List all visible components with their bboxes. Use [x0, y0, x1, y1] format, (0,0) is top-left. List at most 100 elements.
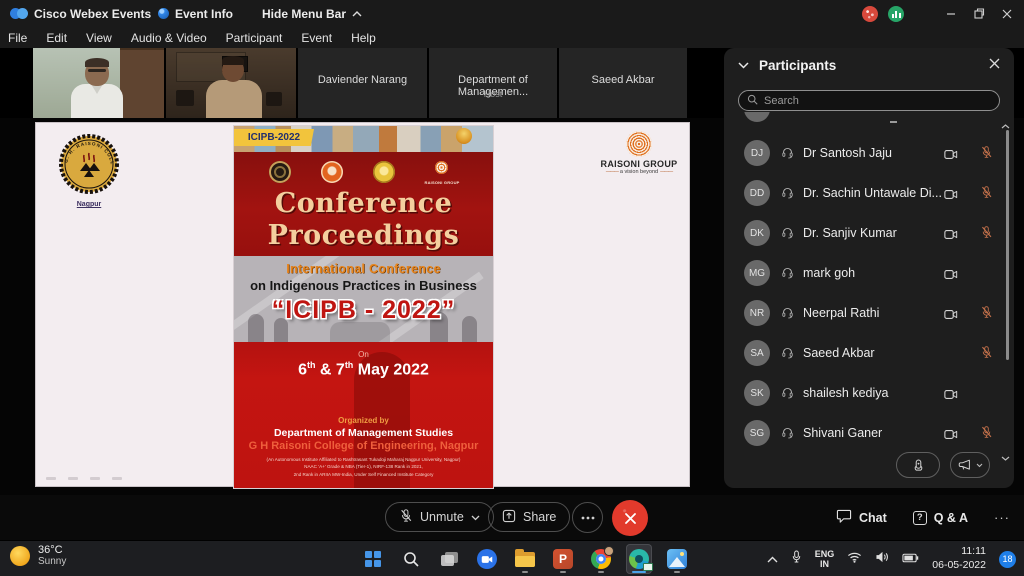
raise-hand-button[interactable] — [896, 452, 940, 478]
mic-muted-icon[interactable] — [980, 145, 993, 164]
participant-name: mark goh — [803, 266, 855, 280]
poster-on-label: On — [234, 350, 493, 359]
wifi-icon[interactable] — [847, 550, 862, 568]
photos-icon — [667, 549, 687, 569]
powerpoint-icon: P — [553, 549, 573, 569]
participant-name-tile-3[interactable]: Saeed Akbar — [559, 48, 687, 118]
poster-title-line1: Conference — [234, 190, 493, 217]
webex-meetings-app-button[interactable] — [474, 544, 500, 574]
system-tray: ENG IN 11:11 06-05-2022 18 — [767, 541, 1016, 576]
mic-muted-icon[interactable] — [980, 345, 993, 364]
chrome-button[interactable] — [588, 544, 614, 574]
participant-row[interactable]: DK Dr. Sanjiv Kumar — [724, 213, 1014, 253]
tray-chevron-up-icon[interactable] — [767, 550, 778, 568]
file-explorer-button[interactable] — [512, 544, 538, 574]
mic-muted-icon[interactable] — [980, 425, 993, 444]
more-panels-button[interactable]: ··· — [994, 510, 1010, 525]
more-options-button[interactable] — [572, 502, 603, 533]
camera-on-icon — [944, 307, 958, 325]
panel-collapse-chevron-icon[interactable] — [738, 62, 749, 69]
participant-video-tile-1[interactable] — [33, 48, 164, 118]
chrome-icon — [591, 549, 611, 569]
chat-button[interactable]: Chat — [836, 509, 887, 527]
participant-row[interactable]: MG mark goh — [724, 253, 1014, 293]
share-button[interactable]: Share — [488, 502, 570, 532]
bookshelf-backdrop — [120, 48, 164, 118]
menu-help[interactable]: Help — [351, 31, 376, 45]
connection-health-icon[interactable] — [888, 6, 904, 22]
recording-indicator-icon[interactable] — [862, 6, 878, 22]
conference-poster: ICIPB-2022 RAISONI GROUP Conference Proc… — [234, 126, 493, 488]
leave-event-button[interactable] — [612, 500, 648, 536]
chat-bubble-icon — [836, 509, 852, 527]
menu-file[interactable]: File — [8, 31, 27, 45]
participants-panel: Participants DJ Dr Santosh Jaju — [724, 48, 1014, 488]
webex-active-app-button[interactable] — [626, 544, 652, 574]
battery-icon[interactable] — [902, 550, 919, 568]
powerpoint-button[interactable]: P — [550, 544, 576, 574]
avatar: NR — [744, 300, 770, 326]
college-seal-caption: Nagpur — [54, 201, 124, 208]
avatar: SA — [744, 340, 770, 366]
weather-condition: Sunny — [38, 556, 66, 567]
participant-name: Dr. Sachin Untawale Di... — [803, 186, 942, 200]
taskbar-clock[interactable]: 11:11 06-05-2022 — [932, 545, 986, 572]
maximize-button[interactable] — [966, 0, 992, 27]
qa-button[interactable]: ? Q & A — [913, 511, 968, 525]
menu-view[interactable]: View — [86, 31, 112, 45]
chevron-down-icon[interactable] — [471, 510, 480, 524]
menu-event[interactable]: Event — [301, 31, 332, 45]
mic-muted-icon[interactable] — [980, 225, 993, 244]
menu-participant[interactable]: Participant — [226, 31, 283, 45]
task-view-button[interactable] — [436, 544, 462, 574]
participant-tile-role: Host — [429, 89, 557, 99]
camera-on-icon — [944, 147, 958, 165]
photos-button[interactable] — [664, 544, 690, 574]
participant-row[interactable]: SK shailesh kediya — [724, 373, 1014, 413]
participant-row[interactable]: DJ Dr Santosh Jaju — [724, 133, 1014, 173]
minimize-button[interactable] — [938, 0, 964, 27]
mic-muted-icon — [399, 508, 413, 526]
shared-whiteboard: G. H. RAISONI COLLEGE OF ENGINEERING Nag… — [35, 122, 690, 487]
event-info-button[interactable]: Event Info — [158, 0, 233, 27]
participant-name-tile-2[interactable]: Department of Managemen... Host — [429, 48, 557, 118]
menu-edit[interactable]: Edit — [46, 31, 67, 45]
spiral-icon — [626, 131, 652, 157]
headset-icon — [781, 426, 794, 444]
video-camera-icon — [477, 549, 497, 569]
close-panel-icon[interactable] — [989, 56, 1000, 74]
notification-count-badge[interactable]: 18 — [999, 551, 1016, 568]
mic-muted-icon[interactable] — [980, 305, 993, 324]
tray-mic-icon[interactable] — [791, 550, 802, 569]
scrollbar-thumb[interactable] — [1006, 130, 1009, 360]
volume-icon[interactable] — [875, 550, 889, 568]
participants-search[interactable] — [738, 90, 1000, 111]
taskbar: 36°C Sunny P ENG IN — [0, 540, 1024, 576]
camera-on-icon — [944, 427, 958, 445]
participant-row[interactable]: SG Shivani Ganer — [724, 413, 1014, 453]
participant-row[interactable]: DD Dr. Sachin Untawale Di... — [724, 173, 1014, 213]
raisoni-group-tagline: a vision beyond — [593, 169, 685, 175]
participant-video-tile-2[interactable] — [166, 48, 296, 118]
dome-icon — [456, 128, 472, 144]
search-icon — [747, 92, 758, 110]
folder-icon — [515, 552, 535, 567]
participant-row[interactable]: SA Saeed Akbar — [724, 333, 1014, 373]
search-input[interactable] — [764, 95, 964, 107]
participant-row-partial[interactable] — [724, 112, 1014, 129]
close-window-button[interactable] — [994, 0, 1020, 27]
start-button[interactable] — [360, 544, 386, 574]
megaphone-button[interactable] — [950, 452, 990, 478]
participant-row[interactable]: NR Neerpal Rathi — [724, 293, 1014, 333]
menu-audio-video[interactable]: Audio & Video — [131, 31, 207, 45]
language-switcher[interactable]: ENG IN — [815, 549, 835, 570]
poster-title-line2: Proceedings — [234, 222, 493, 249]
mic-muted-icon[interactable] — [980, 185, 993, 204]
taskbar-search-button[interactable] — [398, 544, 424, 574]
participant-name-tile-1[interactable]: Daviender Narang — [298, 48, 427, 118]
unmute-button[interactable]: Unmute — [385, 502, 494, 532]
control-bar: Unmute Share Chat ? Q & A ··· — [0, 495, 1024, 540]
hide-menu-bar-button[interactable]: Hide Menu Bar — [262, 0, 362, 27]
headset-icon — [781, 146, 794, 164]
taskbar-weather-widget[interactable]: 36°C Sunny — [10, 544, 66, 567]
